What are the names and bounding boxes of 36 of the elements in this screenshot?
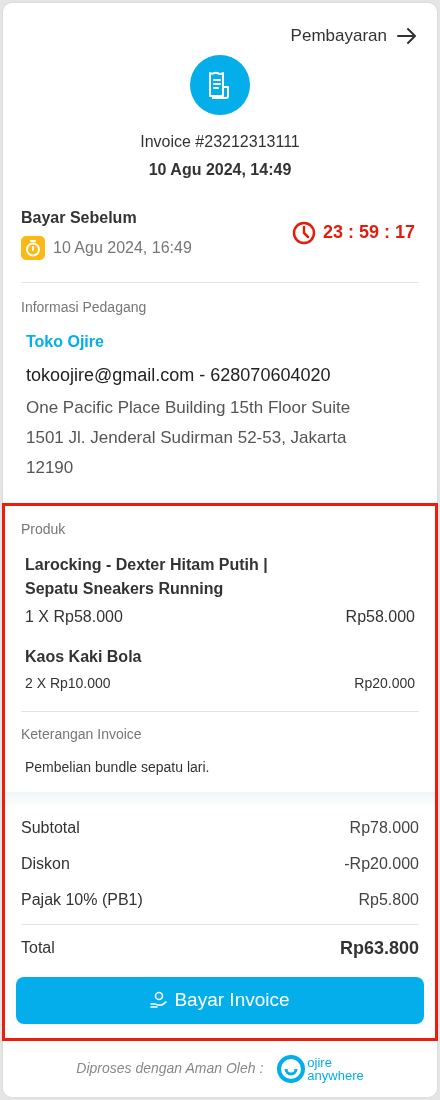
logo-icon: [277, 1053, 306, 1084]
quantity-price: 2 X Rp10.000: [25, 673, 111, 693]
payment-link[interactable]: Pembayaran: [290, 23, 417, 49]
summary-value: Rp78.000: [349, 817, 419, 838]
hand-coin-icon: [150, 991, 169, 1009]
product-name: Kaos Kaki Bola: [25, 646, 143, 667]
section-label: Informasi Pedagang: [20, 297, 148, 317]
total-value: Rp63.800: [339, 936, 419, 960]
clock-icon: [291, 220, 316, 245]
quantity-price: 1 X Rp58.000: [25, 606, 123, 627]
section-label: Keterangan Invoice: [20, 724, 143, 744]
invoice-note: Pembelian bundle sepatu lari.: [24, 757, 211, 777]
footer-text: Diproses dengan Aman Oleh :: [76, 1059, 264, 1078]
merchant-contact: tokoojire@gmail.com - 628070604020: [25, 363, 332, 387]
merchant-address: One Pacific Place Building 15th Floor Suite 1501 Jl. Jenderal Sudirman 52-53, Jakarta 12190: [25, 396, 352, 479]
deadline-date: 10 Agu 2024, 16:49: [53, 237, 192, 258]
product-name: Larocking - Dexter Hitam Putih | Sepatu Sneakers Running: [25, 554, 269, 599]
summary-label: Diskon: [21, 853, 70, 874]
summary-value: -Rp20.000: [344, 853, 419, 874]
arrow-right-icon: [397, 26, 417, 45]
invoice-date: 10 Agu 2024, 14:49: [147, 159, 293, 180]
pay-before-label: Bayar Sebelum: [21, 207, 138, 228]
summary-value: Rp5.800: [358, 889, 419, 910]
section-label: Produk: [20, 519, 67, 539]
line-total: Rp58.000: [345, 606, 415, 627]
logo-text: anywhere: [307, 1068, 364, 1082]
countdown-timer: 23 : 59 : 17: [322, 221, 415, 244]
stopwatch-icon: [21, 235, 45, 260]
merchant-name: Toko Ojire: [25, 331, 105, 352]
summary-label: Pajak 10% (PB1): [21, 889, 143, 910]
receipt-icon: [190, 54, 250, 115]
logo-text: ojire: [307, 1055, 332, 1069]
invoice-number: Invoice #23212313111: [139, 131, 301, 152]
line-total: Rp20.000: [354, 673, 415, 693]
total-label: Total: [21, 938, 55, 958]
summary-label: Subtotal: [21, 817, 80, 838]
